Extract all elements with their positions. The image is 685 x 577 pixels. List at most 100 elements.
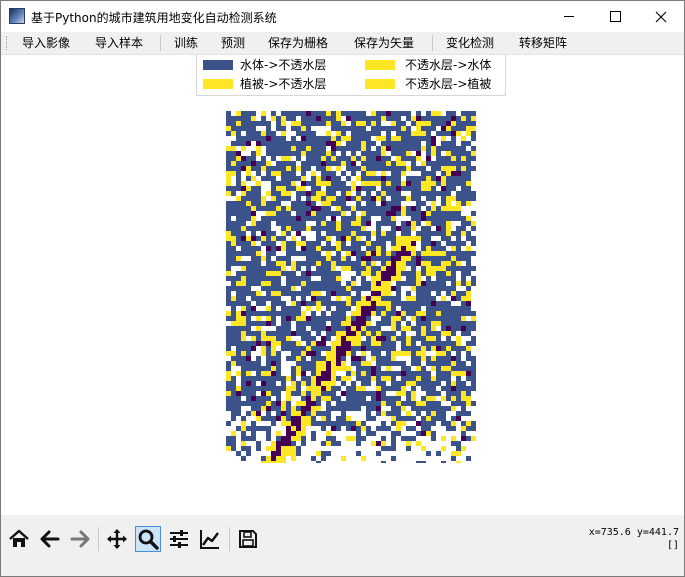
home-button[interactable] (6, 526, 32, 552)
map-cell (296, 341, 301, 346)
close-button[interactable] (638, 1, 684, 32)
map-cell (401, 226, 406, 231)
map-cell (426, 181, 431, 186)
map-cell (361, 116, 366, 121)
map-cell (431, 151, 436, 156)
map-cell (266, 306, 271, 311)
map-cell (336, 291, 341, 296)
minimize-button[interactable] (546, 1, 592, 32)
map-cell (401, 311, 406, 316)
map-cell (446, 171, 451, 176)
map-cell (381, 216, 386, 221)
map-cell (301, 271, 306, 276)
map-cell (281, 166, 286, 171)
map-cell (341, 211, 346, 216)
menu-import-image[interactable]: 导入影像 (22, 32, 70, 54)
menu-save-vector[interactable]: 保存为矢量 (354, 32, 414, 54)
map-cell (456, 226, 461, 231)
map-cell (391, 261, 396, 266)
map-cell (336, 111, 341, 116)
map-cell (321, 346, 326, 351)
map-cell (291, 431, 296, 436)
map-cell (421, 381, 426, 386)
forward-button[interactable] (67, 526, 93, 552)
map-cell (461, 251, 466, 256)
menu-predict[interactable]: 预测 (221, 32, 245, 54)
map-cell (391, 296, 396, 301)
map-cell (306, 156, 311, 161)
save-figure-button[interactable] (235, 526, 261, 552)
map-cell (406, 381, 411, 386)
map-cell (336, 276, 341, 281)
map-cell (441, 231, 446, 236)
map-cell (396, 161, 401, 166)
back-button[interactable] (37, 526, 63, 552)
map-cell (226, 301, 231, 306)
map-cell (266, 126, 271, 131)
map-cell (426, 276, 431, 281)
map-cell (276, 396, 281, 401)
pan-button[interactable] (104, 526, 130, 552)
map-cell (236, 361, 241, 366)
edit-axis-button[interactable] (197, 526, 223, 552)
map-cell (466, 116, 471, 121)
map-cell (451, 371, 456, 376)
map-cell (271, 441, 276, 446)
map-cell (236, 281, 241, 286)
map-cell (431, 161, 436, 166)
menu-save-raster[interactable]: 保存为栅格 (268, 32, 328, 54)
map-cell (226, 161, 231, 166)
map-cell (421, 246, 426, 251)
zoom-button[interactable] (135, 526, 161, 552)
map-cell (381, 306, 386, 311)
map-cell (381, 251, 386, 256)
menu-transfer-matrix[interactable]: 转移矩阵 (519, 32, 567, 54)
map-cell (331, 396, 336, 401)
map-cell (236, 186, 241, 191)
menu-train[interactable]: 训练 (174, 32, 198, 54)
map-cell (436, 211, 441, 216)
configure-subplots-button[interactable] (166, 526, 192, 552)
map-cell (301, 176, 306, 181)
map-cell (376, 176, 381, 181)
map-cell (281, 206, 286, 211)
map-cell (351, 131, 356, 136)
map-cell (316, 221, 321, 226)
map-cell (336, 121, 341, 126)
map-cell (376, 191, 381, 196)
map-cell (266, 176, 271, 181)
map-cell (301, 346, 306, 351)
map-cell (441, 251, 446, 256)
plot-canvas[interactable]: 水体->不透水层 不透水层->水体 植被->不透水层 不透水层->植被 (1, 55, 684, 515)
map-cell (371, 261, 376, 266)
map-cell (331, 381, 336, 386)
map-cell (326, 436, 331, 441)
map-cell (451, 271, 456, 276)
maximize-button[interactable] (592, 1, 638, 32)
map-cell (406, 321, 411, 326)
map-cell (461, 166, 466, 171)
menu-import-samples[interactable]: 导入样本 (95, 32, 143, 54)
map-cell (241, 346, 246, 351)
map-cell (301, 301, 306, 306)
map-cell (396, 196, 401, 201)
map-cell (306, 161, 311, 166)
menu-change-detection[interactable]: 变化检测 (446, 32, 494, 54)
map-cell (416, 166, 421, 171)
map-cell (296, 221, 301, 226)
map-cell (401, 301, 406, 306)
map-cell (471, 151, 476, 156)
map-cell (286, 186, 291, 191)
map-cell (421, 161, 426, 166)
map-cell (241, 136, 246, 141)
map-cell (286, 316, 291, 321)
map-cell (426, 421, 431, 426)
map-cell (406, 301, 411, 306)
map-cell (361, 121, 366, 126)
map-cell (231, 241, 236, 246)
map-cell (236, 296, 241, 301)
map-cell (286, 241, 291, 246)
map-cell (391, 321, 396, 326)
map-cell (471, 146, 476, 151)
map-cell (461, 276, 466, 281)
